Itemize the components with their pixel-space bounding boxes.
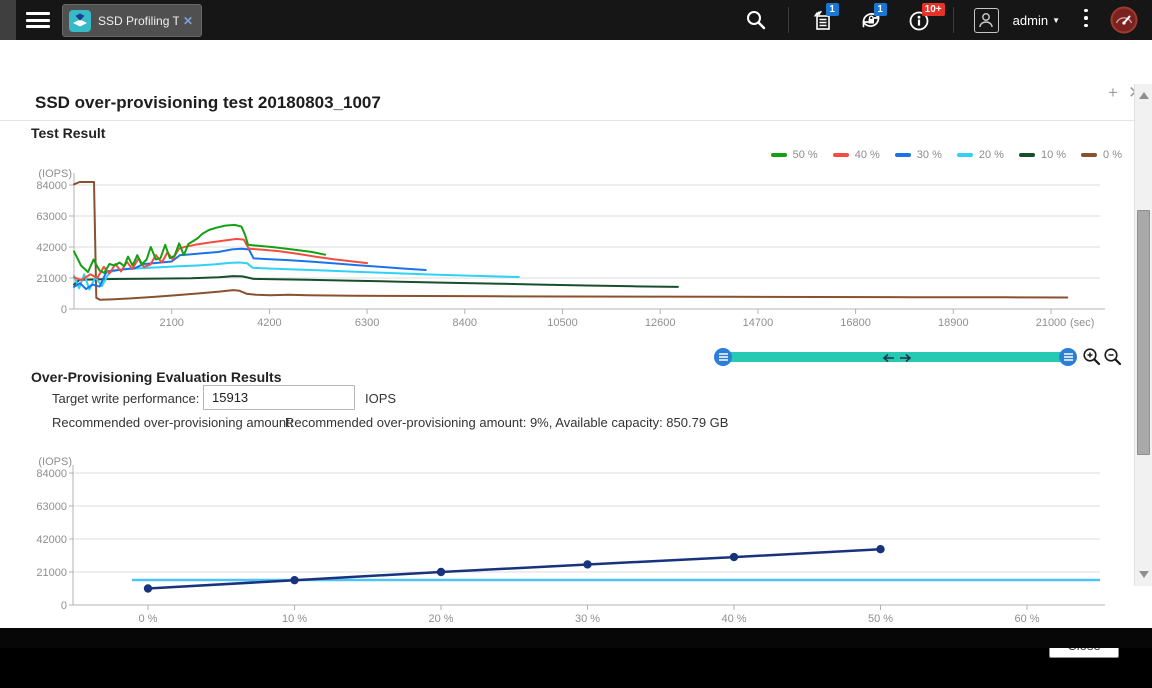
zoom-out-icon[interactable] — [1103, 347, 1122, 366]
svg-text:(IOPS): (IOPS) — [38, 168, 72, 180]
svg-text:21000: 21000 — [36, 273, 67, 285]
svg-text:10 %: 10 % — [282, 613, 307, 625]
svg-text:21000: 21000 — [1036, 317, 1067, 329]
svg-text:42000: 42000 — [36, 242, 67, 254]
slider-right-handle[interactable] — [1059, 348, 1077, 366]
tab-ssd-profiling-tool[interactable]: SSD Profiling T... ✕ — [62, 4, 202, 37]
chevron-down-icon[interactable]: ▼ — [1052, 16, 1060, 25]
legend-swatch — [1019, 153, 1035, 157]
svg-text:8400: 8400 — [453, 317, 477, 329]
svg-text:(IOPS): (IOPS) — [38, 456, 72, 468]
svg-text:42000: 42000 — [36, 534, 67, 546]
user-menu[interactable]: admin — [1013, 13, 1048, 28]
legend-label: 0 % — [1103, 149, 1122, 161]
tab-close-icon[interactable]: ✕ — [183, 14, 193, 28]
svg-text:20 %: 20 % — [428, 613, 453, 625]
svg-text:16800: 16800 — [840, 317, 871, 329]
topbar-divider — [788, 7, 789, 33]
main-menu-button[interactable] — [26, 12, 50, 28]
notifications-icon[interactable]: 10+ — [906, 7, 932, 33]
target-unit-label: IOPS — [365, 391, 396, 406]
svg-text:30 %: 30 % — [575, 613, 600, 625]
zoom-in-icon[interactable] — [1082, 347, 1101, 366]
legend-swatch — [957, 153, 973, 157]
legend-label: 50 % — [793, 149, 818, 161]
svg-text:84000: 84000 — [36, 468, 67, 480]
maximize-icon[interactable]: + — [1108, 84, 1118, 102]
more-options-icon[interactable] — [1084, 9, 1088, 32]
search-icon[interactable] — [745, 9, 767, 31]
topbar: SSD Profiling T... ✕ 1 — [0, 0, 1152, 40]
svg-text:14700: 14700 — [743, 317, 774, 329]
resource-monitor-icon[interactable] — [1110, 6, 1138, 34]
chart-legend: 50 % 40 % 30 % 20 % 10 % 0 % — [771, 149, 1122, 161]
bottom-bar — [0, 628, 1152, 648]
legend-swatch — [895, 153, 911, 157]
section-evaluation: Over-Provisioning Evaluation Results — [31, 369, 282, 385]
background-tasks-badge: 1 — [826, 3, 839, 16]
topbar-right: 1 1 10+ — [734, 0, 1152, 40]
section-test-result: Test Result — [31, 125, 105, 141]
svg-text:2100: 2100 — [159, 317, 183, 329]
ssd-profiling-result-panel: + ✕ SSD over-provisioning test 20180803_… — [0, 40, 1152, 628]
external-device-badge: 1 — [874, 3, 887, 16]
side-panel-edge — [0, 0, 16, 40]
legend-item-40%[interactable]: 40 % — [833, 149, 880, 161]
legend-item-10%[interactable]: 10 % — [1019, 149, 1066, 161]
legend-item-0%[interactable]: 0 % — [1081, 149, 1122, 161]
topbar-divider — [953, 7, 954, 33]
legend-label: 10 % — [1041, 149, 1066, 161]
legend-label: 20 % — [979, 149, 1004, 161]
slider-pan-icon[interactable] — [882, 351, 912, 369]
target-write-performance-label: Target write performance: — [52, 391, 199, 406]
svg-text:63000: 63000 — [36, 211, 67, 223]
svg-text:0: 0 — [61, 600, 67, 612]
scroll-down-icon[interactable] — [1139, 571, 1149, 578]
external-device-lock-icon[interactable]: 1 — [858, 7, 884, 33]
svg-text:0: 0 — [61, 304, 67, 316]
legend-swatch — [1081, 153, 1097, 157]
divider — [0, 120, 1134, 121]
svg-text:84000: 84000 — [36, 180, 67, 192]
svg-text:0 %: 0 % — [139, 613, 158, 625]
legend-swatch — [833, 153, 849, 157]
svg-text:12600: 12600 — [645, 317, 676, 329]
svg-text:50 %: 50 % — [868, 613, 893, 625]
legend-label: 40 % — [855, 149, 880, 161]
target-write-performance-input[interactable] — [203, 385, 355, 410]
svg-text:40 %: 40 % — [721, 613, 746, 625]
screen: SSD Profiling T... ✕ 1 — [0, 0, 1152, 648]
slider-left-handle[interactable] — [714, 348, 732, 366]
svg-text:10500: 10500 — [547, 317, 578, 329]
legend-item-20%[interactable]: 20 % — [957, 149, 1004, 161]
background-tasks-icon[interactable]: 1 — [810, 7, 836, 33]
legend-swatch — [771, 153, 787, 157]
ssd-profiling-tool-icon — [69, 10, 91, 32]
scroll-up-icon[interactable] — [1139, 92, 1149, 99]
svg-text:4200: 4200 — [257, 317, 281, 329]
svg-text:21000: 21000 — [36, 567, 67, 579]
svg-text:(sec): (sec) — [1070, 317, 1094, 329]
svg-text:60 %: 60 % — [1014, 613, 1039, 625]
svg-text:63000: 63000 — [36, 501, 67, 513]
recommended-amount-label: Recommended over-provisioning amount: — [52, 415, 293, 430]
notifications-badge: 10+ — [922, 3, 945, 16]
tab-label: SSD Profiling T... — [98, 14, 179, 28]
legend-item-30%[interactable]: 30 % — [895, 149, 942, 161]
scrollbar-thumb[interactable] — [1137, 210, 1150, 455]
page-title: SSD over-provisioning test 20180803_1007 — [35, 93, 381, 113]
legend-label: 30 % — [917, 149, 942, 161]
charts-canvas: 0 21000 42000 63000 84000 2100 4200 6300 8400 105… — [0, 40, 1152, 688]
vertical-scrollbar[interactable] — [1134, 84, 1152, 586]
recommended-amount-value: Recommended over-provisioning amount: 9%… — [285, 415, 728, 430]
legend-item-50%[interactable]: 50 % — [771, 149, 818, 161]
svg-text:6300: 6300 — [355, 317, 379, 329]
svg-text:18900: 18900 — [938, 317, 969, 329]
user-avatar[interactable] — [974, 8, 999, 33]
